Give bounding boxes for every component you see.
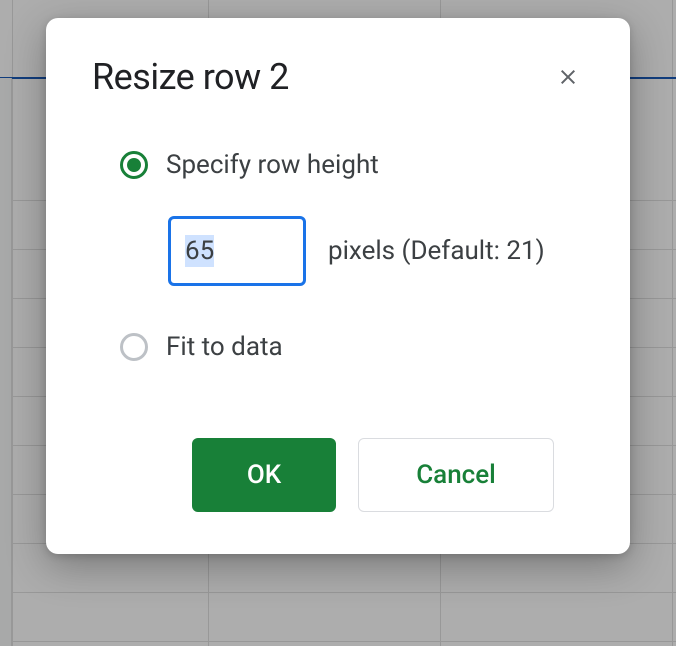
radio-specify-height[interactable] xyxy=(120,151,148,179)
radio-fit-to-data-label: Fit to data xyxy=(166,332,283,362)
close-button[interactable] xyxy=(552,61,584,93)
input-suffix-label: pixels (Default: 21) xyxy=(328,236,545,266)
cancel-button[interactable]: Cancel xyxy=(358,438,554,512)
radio-specify-height-label: Specify row height xyxy=(166,150,379,180)
close-icon xyxy=(556,65,580,89)
radio-fit-to-data[interactable] xyxy=(120,333,148,361)
resize-row-dialog: Resize row 2 Specify row height 65 pixel… xyxy=(46,18,630,554)
dialog-title: Resize row 2 xyxy=(92,56,289,98)
row-height-input[interactable]: 65 xyxy=(168,216,306,286)
ok-button[interactable]: OK xyxy=(192,438,336,512)
